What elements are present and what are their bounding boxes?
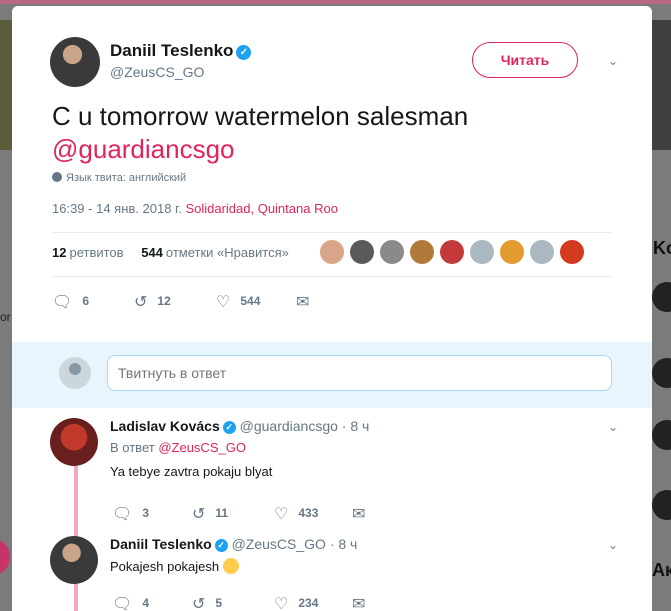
retweet-action[interactable]: ↺ 5 [192, 594, 222, 611]
mention-link[interactable]: @ZeusCS_GO [158, 440, 246, 455]
user-avatar [59, 357, 91, 389]
author-avatar[interactable] [50, 37, 100, 87]
liker-avatar[interactable] [380, 240, 404, 264]
timestamp[interactable]: 16:39 - 14 янв. 2018 г. [52, 201, 182, 216]
divider [52, 232, 612, 233]
liker-avatar[interactable] [530, 240, 554, 264]
like-action[interactable]: ♡ 544 [216, 292, 260, 312]
kiss-emoji-icon [222, 558, 239, 574]
tweet-header: Daniil Teslenko ✓ @ZeusCS_GO Читать ⌄ [50, 37, 618, 87]
background-avatar [652, 490, 671, 520]
in-reply-to: В ответ @ZeusCS_GO [110, 440, 246, 455]
retweet-action[interactable]: ↺ 12 [134, 292, 171, 312]
liker-avatar[interactable] [560, 240, 584, 264]
verified-badge-icon: ✓ [236, 45, 252, 60]
background-avatar [652, 358, 671, 388]
tweet-modal: Daniil Teslenko ✓ @ZeusCS_GO Читать ⌄ C u… [12, 6, 652, 611]
reply-actions: 🗨 3 ↺ 11 ♡ 433 ✉ [112, 504, 412, 524]
reply-action[interactable]: 🗨 3 [112, 504, 149, 524]
thread-connector [74, 466, 78, 538]
liker-avatar[interactable] [410, 240, 434, 264]
globe-icon [52, 172, 62, 182]
heart-icon: ♡ [274, 596, 289, 611]
liker-avatar[interactable] [470, 240, 494, 264]
likes-stat[interactable]: 544 отметки «Нравится» [141, 245, 289, 260]
follow-button[interactable]: Читать [472, 42, 578, 78]
envelope-icon: ✉ [352, 506, 366, 523]
tweet-stats: 12 ретвитов 544 отметки «Нравится» [52, 245, 289, 260]
verified-badge-icon: ✓ [222, 421, 236, 434]
reply-text: Ya tebye zavtra pokaju blyat [110, 464, 273, 479]
background-compose-button [0, 540, 10, 574]
background-text: Ак [652, 560, 671, 580]
retweet-action[interactable]: ↺ 11 [192, 504, 228, 524]
reply-author-avatar[interactable] [50, 536, 98, 584]
background-top-bar [0, 0, 671, 4]
retweet-icon: ↺ [192, 506, 206, 523]
retweets-stat[interactable]: 12 ретвитов [52, 245, 124, 260]
reply-icon: 🗨 [112, 596, 133, 611]
reply-composer [12, 342, 652, 408]
chevron-down-icon[interactable]: ⌄ [608, 420, 618, 434]
envelope-icon: ✉ [296, 294, 310, 311]
liker-avatar[interactable] [350, 240, 374, 264]
envelope-icon: ✉ [352, 596, 366, 611]
chevron-down-icon[interactable]: ⌄ [608, 54, 618, 68]
reply-author[interactable]: Daniil Teslenko ✓ @ZeusCS_GO · 8 ч [110, 536, 357, 552]
mention-link[interactable]: @guardiancsgo [52, 134, 235, 164]
reply-action[interactable]: 🗨 4 [112, 594, 149, 611]
tweet-text: C u tomorrow watermelon salesman @guardi… [52, 100, 612, 166]
divider [52, 276, 612, 277]
like-action[interactable]: ♡ 433 [274, 504, 318, 524]
retweet-icon: ↺ [134, 294, 148, 311]
reply-icon: 🗨 [52, 294, 73, 311]
background-text: or [0, 310, 11, 324]
liker-avatar[interactable] [500, 240, 524, 264]
reply-author-avatar[interactable] [50, 418, 98, 466]
reply-input[interactable] [107, 355, 612, 391]
tweet-language: Язык твита: английский [52, 172, 186, 184]
message-action[interactable]: ✉ [352, 504, 375, 524]
retweet-icon: ↺ [192, 596, 206, 611]
message-action[interactable]: ✉ [352, 594, 375, 611]
liker-avatar[interactable] [320, 240, 344, 264]
tweet-body: C u tomorrow watermelon salesman [52, 101, 469, 131]
heart-icon: ♡ [216, 294, 231, 311]
reply-author[interactable]: Ladislav Kovács ✓ @guardiancsgo · 8 ч [110, 418, 369, 434]
background-avatar [652, 420, 671, 450]
tweet-meta: 16:39 - 14 янв. 2018 г. Solidaridad, Qui… [52, 201, 338, 216]
author-handle[interactable]: @ZeusCS_GO [110, 64, 204, 80]
verified-badge-icon: ✓ [214, 539, 228, 552]
reply-action[interactable]: 🗨 6 [52, 292, 89, 312]
background-text: Ko [653, 238, 671, 258]
reply-actions: 🗨 4 ↺ 5 ♡ 234 ✉ [112, 594, 412, 611]
background-banner-left [0, 20, 12, 150]
chevron-down-icon[interactable]: ⌄ [608, 538, 618, 552]
like-action[interactable]: ♡ 234 [274, 594, 318, 611]
thread-connector [74, 584, 78, 611]
reply-text: Pokajesh pokajesh [110, 558, 239, 574]
liker-avatar[interactable] [440, 240, 464, 264]
reply-icon: 🗨 [112, 506, 133, 523]
message-action[interactable]: ✉ [296, 292, 319, 312]
author-name[interactable]: Daniil Teslenko ✓ [110, 41, 252, 61]
location-link[interactable]: Solidaridad, Quintana Roo [185, 201, 338, 216]
background-banner-right [652, 20, 671, 150]
heart-icon: ♡ [274, 506, 289, 523]
background-avatar [652, 282, 671, 312]
